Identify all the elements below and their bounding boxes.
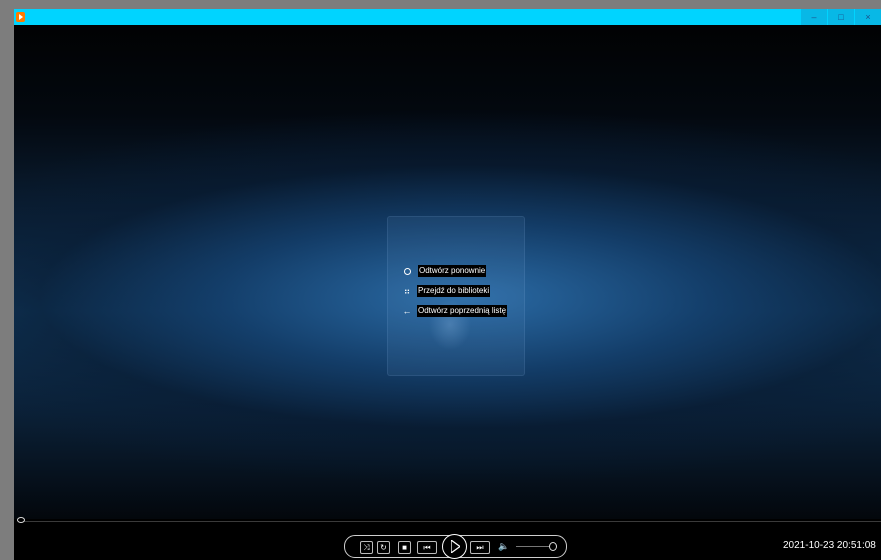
stop-button[interactable]: ■ bbox=[398, 541, 411, 554]
media-player-window: – □ × Odtwórz ponownie ⠶ Przejdź do bibl… bbox=[14, 9, 881, 560]
back-arrow-icon: ← bbox=[402, 306, 412, 316]
go-to-library-label: Przejdź do biblioteki bbox=[417, 285, 491, 297]
previous-button[interactable]: ⏮ bbox=[417, 541, 437, 554]
library-icon: ⠶ bbox=[403, 286, 411, 296]
playback-controls: ⤨ ↻ ■ ⏮ ⏭ 🔈 bbox=[344, 534, 567, 559]
volume-slider[interactable] bbox=[516, 546, 551, 547]
shuffle-button[interactable]: ⤨ bbox=[360, 541, 373, 554]
clock: 2021-10-23 20:51:08 bbox=[783, 540, 876, 551]
replay-icon bbox=[404, 267, 411, 275]
video-area[interactable]: Odtwórz ponownie ⠶ Przejdź do biblioteki… bbox=[14, 25, 881, 519]
seek-bar[interactable] bbox=[18, 521, 881, 522]
window-controls: – □ × bbox=[800, 9, 881, 25]
next-button[interactable]: ⏭ bbox=[470, 541, 490, 554]
title-bar[interactable]: – □ × bbox=[14, 9, 881, 25]
replay-item[interactable]: Odtwórz ponownie bbox=[402, 261, 507, 281]
volume-handle[interactable] bbox=[549, 542, 557, 551]
volume-icon[interactable]: 🔈 bbox=[498, 541, 509, 552]
play-button[interactable] bbox=[442, 534, 467, 559]
maximize-button[interactable]: □ bbox=[828, 9, 854, 25]
close-button[interactable]: × bbox=[855, 9, 881, 25]
minimize-button[interactable]: – bbox=[801, 9, 827, 25]
play-icon bbox=[451, 540, 460, 553]
now-playing-menu: Odtwórz ponownie ⠶ Przejdź do biblioteki… bbox=[402, 261, 508, 321]
replay-label: Odtwórz ponownie bbox=[418, 265, 487, 277]
app-icon bbox=[16, 12, 25, 22]
go-to-library-item[interactable]: ⠶ Przejdź do biblioteki bbox=[402, 281, 507, 301]
play-previous-list-label: Odtwórz poprzednią listę bbox=[417, 305, 508, 317]
repeat-button[interactable]: ↻ bbox=[377, 541, 390, 554]
play-previous-list-item[interactable]: ← Odtwórz poprzednią listę bbox=[402, 301, 508, 321]
seek-handle[interactable] bbox=[17, 517, 25, 523]
